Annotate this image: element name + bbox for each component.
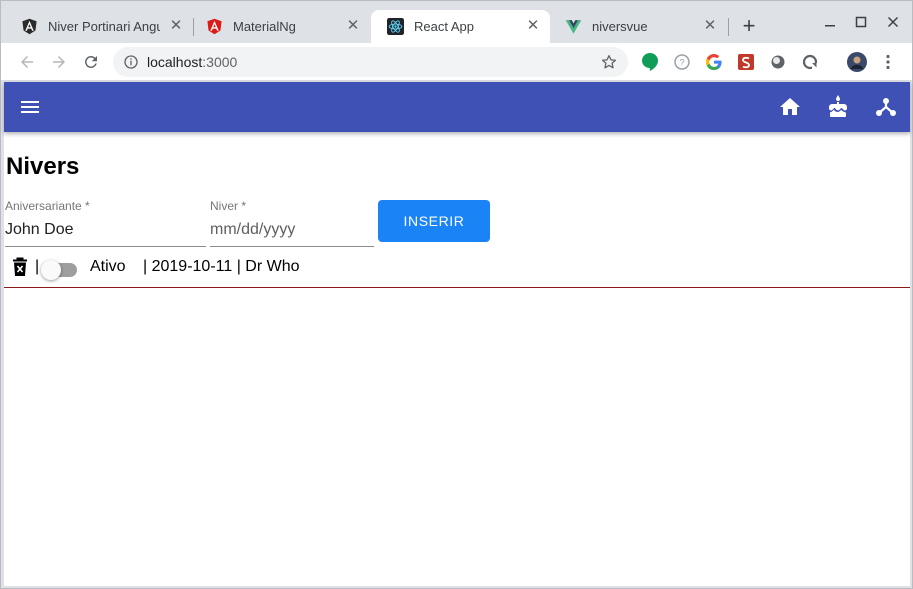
menu-icon[interactable] [18,95,42,119]
tab-materialng[interactable]: MaterialNg ✕ [190,10,370,43]
close-tab-icon[interactable]: ✕ [169,18,183,33]
angular-red-icon [206,18,223,35]
hub-icon[interactable] [874,95,898,119]
tab-title: niversvue [592,19,648,34]
tab-title: MaterialNg [233,19,296,34]
niver-date-input[interactable]: mm/dd/yyyy [210,221,295,239]
hangouts-extension-icon[interactable] [641,53,659,71]
minimize-button[interactable] [820,13,840,33]
status-label: Ativo [90,258,126,275]
maximize-button[interactable] [851,13,871,33]
circle-extension-icon[interactable] [769,53,787,71]
angular-dark-icon [21,18,38,35]
app-bar [4,82,910,132]
tab-react-app[interactable]: React App ✕ [371,10,550,43]
address-bar[interactable]: localhost:3000 [113,47,628,77]
page-title: Nivers [6,153,80,180]
url-port: :3000 [202,54,238,70]
toggle-thumb [41,260,61,280]
arrow-left-icon [21,56,33,68]
cake-icon[interactable] [826,95,850,119]
google-extension-icon[interactable] [705,53,723,71]
aniversariante-input[interactable]: John Doe [5,221,74,239]
home-icon[interactable] [778,95,802,119]
more-vert-icon[interactable] [879,53,897,71]
separator: | [35,258,40,275]
close-tab-icon[interactable]: ✕ [526,18,540,33]
tab-title: React App [414,19,474,34]
aniversariante-label: Aniversariante * [5,199,90,213]
close-tab-icon[interactable]: ✕ [703,18,717,33]
ativo-toggle[interactable] [41,258,79,280]
vue-icon [565,18,582,35]
profile-avatar[interactable] [847,52,867,72]
info-icon[interactable] [123,54,139,70]
svg-text:?: ? [679,58,684,68]
help-extension-icon[interactable]: ? [673,53,691,71]
close-tab-icon[interactable]: ✕ [346,18,360,33]
back-button[interactable] [15,50,39,74]
react-icon [387,18,404,35]
refresh-extension-icon[interactable] [801,53,819,71]
browser-toolbar: localhost:3000 ? [1,43,912,81]
new-tab-button[interactable]: + [737,15,761,39]
item-details: | 2019-10-11 | Dr Who [143,258,300,275]
tab-title: Niver Portinari Angu [48,19,160,34]
s-extension-icon[interactable] [737,53,755,71]
reload-icon [84,55,97,68]
tab-niver-portinari[interactable]: Niver Portinari Angu ✕ [5,10,193,43]
tab-niversvue[interactable]: niversvue ✕ [549,10,727,43]
inserir-button[interactable]: INSERIR [378,200,490,242]
page-content: Nivers Aniversariante * John Doe Niver *… [4,82,910,586]
niver-label: Niver * [210,199,247,213]
list-item: | Ativo | 2019-10-11 | Dr Who [4,254,910,288]
aniversariante-field[interactable]: Aniversariante * John Doe [5,199,206,247]
url-host: localhost [147,54,203,70]
arrow-right-icon [53,56,65,68]
niver-date-field[interactable]: Niver * mm/dd/yyyy [210,199,374,247]
bookmark-star-icon[interactable] [600,53,618,71]
forward-button[interactable] [47,50,71,74]
close-window-button[interactable] [883,13,903,33]
delete-icon[interactable] [12,257,28,277]
tab-divider [728,18,729,36]
url-text[interactable]: localhost:3000 [147,54,237,70]
reload-button[interactable] [79,50,103,74]
tab-strip: Niver Portinari Angu ✕ MaterialNg ✕ Reac… [1,1,912,43]
browser-window: Niver Portinari Angu ✕ MaterialNg ✕ Reac… [0,0,913,589]
